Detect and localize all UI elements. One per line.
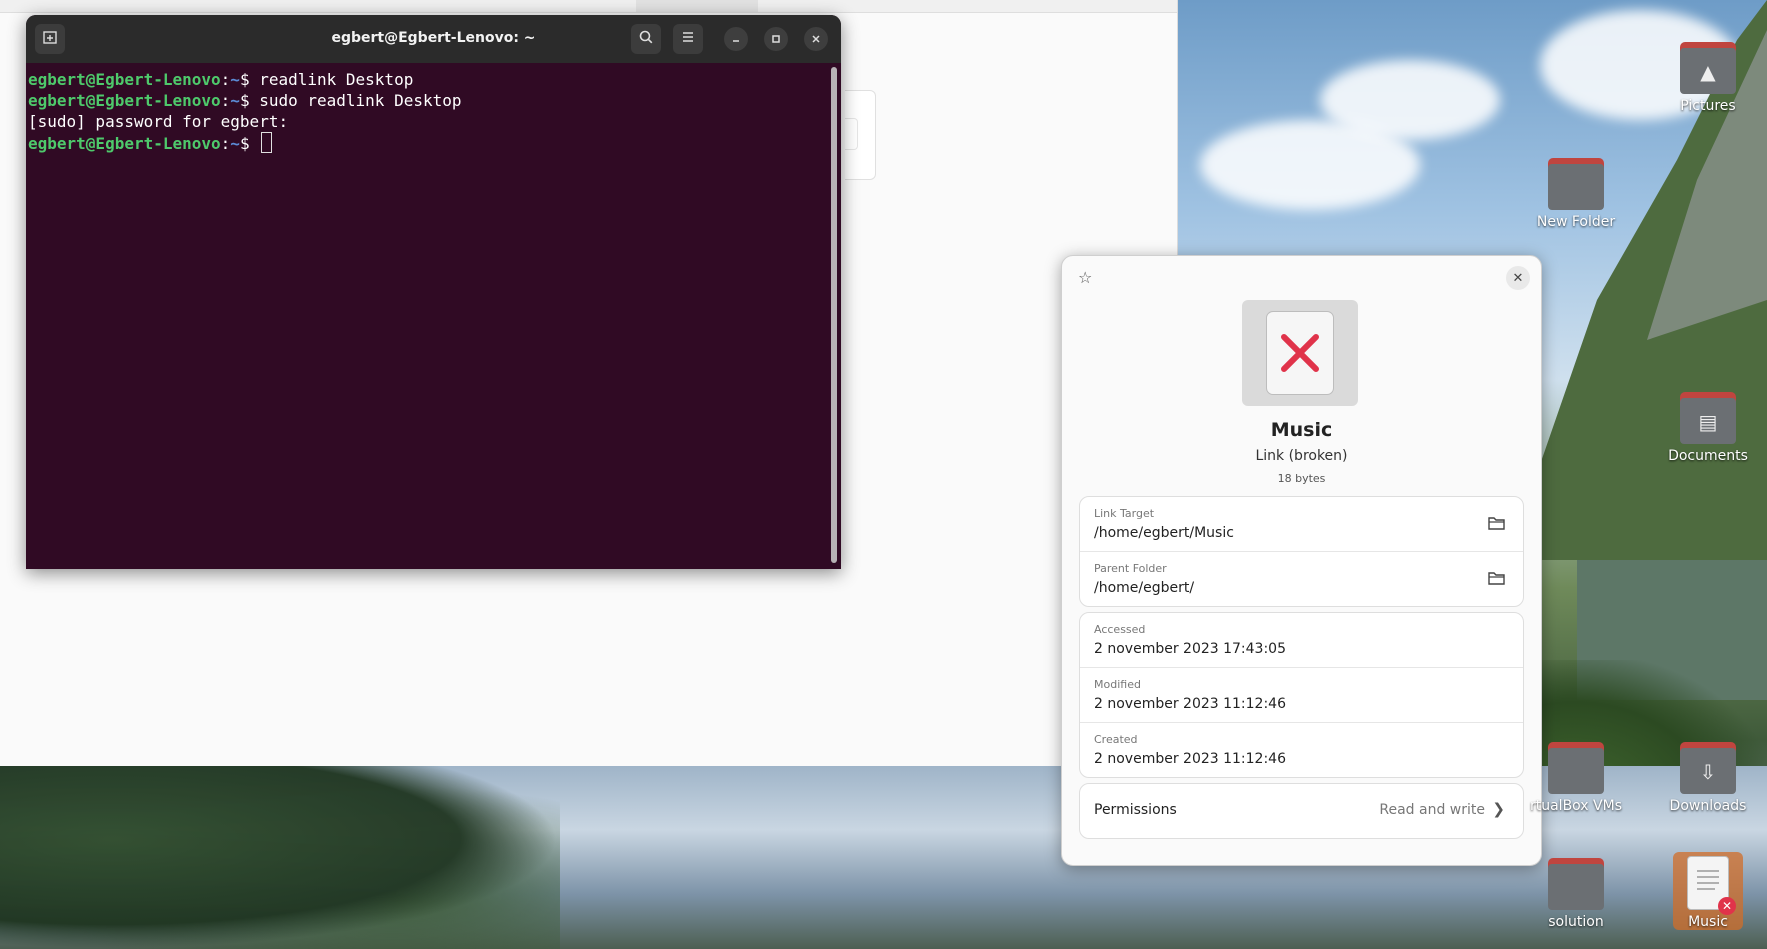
- desktop-icon-virtualbox-vms[interactable]: rtualBox VMs: [1521, 742, 1631, 814]
- dates-card: Accessed 2 november 2023 17:43:05 Modifi…: [1079, 612, 1524, 778]
- parent-folder-label: Parent Folder: [1094, 562, 1167, 575]
- prompt-path: ~: [230, 134, 240, 153]
- close-icon: [810, 30, 822, 49]
- file-manager-field[interactable]: [845, 118, 858, 150]
- modified-label: Modified: [1094, 678, 1141, 691]
- command-text: readlink Desktop: [259, 70, 414, 89]
- prompt-path: ~: [230, 91, 240, 110]
- pictures-folder-icon: ▲: [1680, 42, 1736, 94]
- desktop-icon-label: Music: [1688, 914, 1728, 930]
- desktop-icon-music[interactable]: ✕ Music: [1673, 852, 1743, 930]
- link-target-label: Link Target: [1094, 507, 1155, 520]
- terminal-line: egbert@Egbert-Lenovo:~$: [28, 132, 825, 153]
- terminal-cursor: [261, 132, 273, 153]
- prompt-symbol: $: [239, 70, 260, 89]
- minimize-icon: [730, 30, 742, 49]
- file-size: 18 bytes: [1277, 472, 1326, 485]
- terminal-output[interactable]: egbert@Egbert-Lenovo:~$ readlink Desktop…: [26, 63, 827, 569]
- terminal-header[interactable]: egbert@Egbert-Lenovo: ~: [26, 15, 841, 63]
- accessed-label: Accessed: [1094, 623, 1146, 636]
- file-type: Link (broken): [1255, 448, 1348, 464]
- wallpaper-trees: [0, 766, 560, 949]
- desktop-icon-label: Documents: [1668, 448, 1748, 464]
- desktop-icon-new-folder[interactable]: New Folder: [1521, 158, 1631, 230]
- terminal-window[interactable]: egbert@Egbert-Lenovo: ~ egbert@Egbert-Le…: [26, 15, 841, 569]
- file-icon-preview: [1242, 300, 1358, 406]
- terminal-line: egbert@Egbert-Lenovo:~$ sudo readlink De…: [28, 90, 825, 111]
- created-row: Created 2 november 2023 11:12:46: [1080, 723, 1523, 777]
- broken-link-file-icon: ✕: [1687, 856, 1736, 915]
- downloads-folder-icon: ⇩: [1680, 742, 1736, 794]
- file-manager-header: [0, 0, 1177, 13]
- hamburger-menu-icon: [680, 29, 696, 49]
- accessed-value: 2 november 2023 17:43:05: [1094, 641, 1286, 657]
- prompt-user: egbert@Egbert-Lenovo: [28, 70, 221, 89]
- terminal-scrollbar[interactable]: [831, 67, 837, 563]
- menu-button[interactable]: [673, 24, 703, 54]
- search-icon: [638, 29, 654, 49]
- folder-open-icon: [1487, 572, 1507, 591]
- link-target-value: /home/egbert/Music: [1094, 525, 1234, 541]
- desktop-icon-label: rtualBox VMs: [1529, 798, 1622, 814]
- desktop-icon-label: solution: [1548, 914, 1604, 930]
- prompt-separator: :: [220, 134, 231, 153]
- prompt-user: egbert@Egbert-Lenovo: [28, 91, 221, 110]
- desktop-icon-label: Pictures: [1680, 98, 1736, 114]
- close-icon: ✕: [1512, 270, 1524, 286]
- parent-folder-value: /home/egbert/: [1094, 580, 1195, 596]
- folder-icon: [1548, 858, 1604, 910]
- output-text: [sudo] password for egbert:: [28, 112, 289, 131]
- prompt-user: egbert@Egbert-Lenovo: [28, 134, 221, 153]
- chevron-right-icon: ❯: [1492, 800, 1505, 818]
- desktop-icon-label: New Folder: [1536, 214, 1616, 230]
- command-text: sudo readlink Desktop: [259, 91, 462, 110]
- created-value: 2 november 2023 11:12:46: [1094, 751, 1286, 767]
- desktop-icon-pictures[interactable]: ▲ Pictures: [1653, 42, 1763, 114]
- desktop-icon-downloads[interactable]: ⇩ Downloads: [1653, 742, 1763, 814]
- maximize-icon: [770, 30, 782, 49]
- desktop-icon-solution[interactable]: solution: [1521, 858, 1631, 930]
- open-parent-folder-button[interactable]: [1487, 569, 1507, 587]
- desktop-icon-documents[interactable]: ▤ Documents: [1653, 392, 1763, 464]
- star-button[interactable]: ☆: [1078, 268, 1092, 287]
- star-icon: ☆: [1078, 268, 1093, 287]
- folder-open-icon: [1487, 517, 1507, 536]
- link-target-row: Link Target /home/egbert/Music: [1080, 497, 1523, 552]
- accessed-row: Accessed 2 november 2023 17:43:05: [1080, 613, 1523, 668]
- file-name: Music: [1270, 419, 1333, 441]
- terminal-line: egbert@Egbert-Lenovo:~$ readlink Desktop: [28, 69, 825, 90]
- documents-folder-icon: ▤: [1680, 392, 1736, 444]
- broken-link-file-icon: [1266, 311, 1334, 395]
- folder-icon: [1548, 742, 1604, 794]
- permissions-label: Permissions: [1094, 802, 1177, 818]
- modified-row: Modified 2 november 2023 11:12:46: [1080, 668, 1523, 723]
- location-card: Link Target /home/egbert/Music Parent Fo…: [1079, 496, 1524, 607]
- prompt-symbol: $: [239, 91, 260, 110]
- created-label: Created: [1094, 733, 1138, 746]
- prompt-separator: :: [220, 70, 231, 89]
- dialog-close-button[interactable]: ✕: [1506, 266, 1530, 290]
- maximize-button[interactable]: [764, 27, 788, 51]
- parent-folder-row: Parent Folder /home/egbert/: [1080, 552, 1523, 606]
- permissions-card[interactable]: Permissions Read and write ❯: [1079, 783, 1524, 839]
- permissions-value: Read and write: [1379, 802, 1485, 818]
- prompt-path: ~: [230, 70, 240, 89]
- prompt-separator: :: [220, 91, 231, 110]
- properties-dialog[interactable]: ☆ ✕ Music Link (broken) 18 bytes Link Ta…: [1061, 255, 1542, 866]
- permissions-row[interactable]: Permissions Read and write ❯: [1080, 784, 1523, 838]
- terminal-title: egbert@Egbert-Lenovo: ~: [331, 30, 536, 46]
- folder-icon: [1548, 158, 1604, 210]
- file-manager-tab[interactable]: [636, 0, 758, 12]
- search-button[interactable]: [631, 24, 661, 54]
- open-link-target-button[interactable]: [1487, 514, 1507, 532]
- terminal-line: [sudo] password for egbert:: [28, 111, 825, 132]
- modified-value: 2 november 2023 11:12:46: [1094, 696, 1286, 712]
- close-button[interactable]: [804, 27, 828, 51]
- minimize-button[interactable]: [724, 27, 748, 51]
- desktop-icon-label: Downloads: [1669, 798, 1747, 814]
- prompt-symbol: $: [239, 134, 260, 153]
